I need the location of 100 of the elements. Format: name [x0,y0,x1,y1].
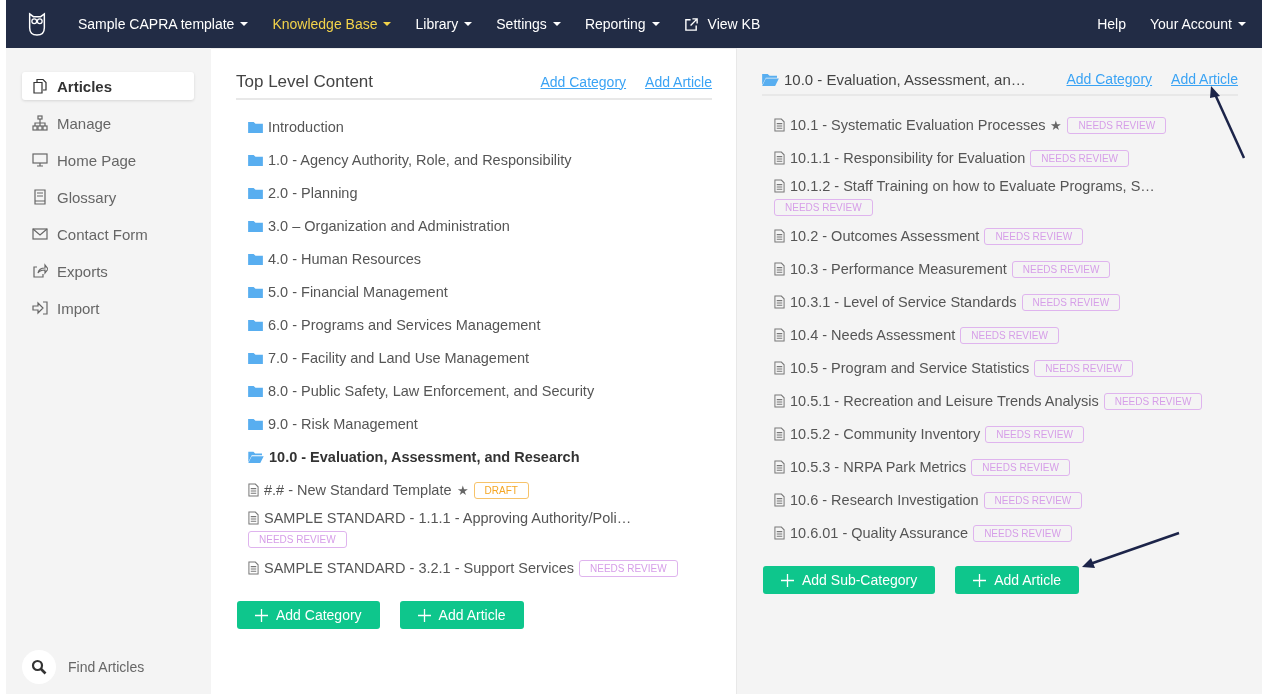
tree-item[interactable]: 10.5 - Program and Service Statistics [790,360,1030,376]
status-badge: NEEDS REVIEW [983,491,1083,509]
document-icon [774,229,785,243]
tree-item[interactable]: 10.1.2 - Staff Training on how to Evaluate Programs, S… [790,178,1155,194]
document-icon [774,361,785,375]
book-icon [32,189,48,205]
status-badge: NEEDS REVIEW [984,227,1084,245]
sidebar-item[interactable]: Home Page [22,146,194,174]
status-badge: NEEDS REVIEW [985,425,1084,443]
tree-item[interactable]: SAMPLE STANDARD - 1.1.1 - Approving Authority/Poli… [264,510,632,526]
copy-icon [32,78,48,94]
status-badge: NEEDS REVIEW [579,559,678,577]
tree-item[interactable]: SAMPLE STANDARD - 3.2.1 - Support Services [264,560,574,576]
folder-icon [248,253,263,265]
status-badge: NEEDS REVIEW [248,531,347,548]
tree-item[interactable]: #.# - New Standard Template [264,482,452,498]
tree-item[interactable]: Introduction [268,119,344,135]
sidebar-item[interactable]: Articles [22,72,194,100]
tree-item[interactable]: 5.0 - Financial Management [268,284,448,300]
folder-icon [248,319,263,331]
folder-icon [248,220,263,232]
plus-icon [255,608,268,622]
tree-item[interactable]: 3.0 – Organization and Administration [268,218,510,234]
external-link-icon [683,16,699,32]
nav-menu-item[interactable]: Help [1097,16,1126,32]
mail-icon [32,226,48,242]
sidebar-item[interactable]: Manage [22,109,194,137]
folder-icon [248,352,263,364]
status-badge: NEEDS REVIEW [960,326,1059,344]
document-icon [774,526,785,540]
status-badge: NEEDS REVIEW [1067,116,1167,134]
nav-menu-item[interactable]: Settings [496,16,561,32]
tree-item[interactable]: 6.0 - Programs and Services Management [268,317,541,333]
document-icon [774,262,785,276]
folder-icon [248,154,263,166]
tree-item[interactable]: 10.4 - Needs Assessment [790,327,956,343]
folder-icon [248,187,263,199]
tree-item[interactable]: 9.0 - Risk Management [268,416,418,432]
monitor-icon [32,152,48,168]
tree-item[interactable]: 10.2 - Outcomes Assessment [790,228,980,244]
nav-menu-item[interactable]: Sample CAPRA template [78,16,249,32]
status-badge: NEEDS REVIEW [973,524,1072,542]
tree-item[interactable]: 10.1.1 - Responsibility for Evaluation [790,150,1026,166]
document-icon [248,483,259,497]
tree-item[interactable]: 10.3.1 - Level of Service Standards [790,294,1017,310]
document-icon [774,118,785,132]
document-icon [774,179,785,193]
tree-item[interactable]: 10.5.1 - Recreation and Leisure Trends Analysis [790,393,1099,409]
status-badge: NEEDS REVIEW [1034,359,1134,377]
document-icon [774,328,785,342]
sidebar-item[interactable]: Exports [22,257,194,285]
tree-item[interactable]: 4.0 - Human Resources [268,251,422,267]
find-articles-button[interactable]: Find Articles [22,650,162,684]
status-badge: NEEDS REVIEW [1030,149,1130,167]
tree-item[interactable]: 10.1 - Systematic Evaluation Processes [790,117,1046,133]
nav-menu-item[interactable]: Library [415,16,473,32]
nav-menu-item[interactable]: Your Account [1150,16,1246,32]
tree-item[interactable]: 10.6.01 - Quality Assurance [790,525,969,541]
nav-menu-item[interactable]: View KB [683,16,761,32]
tree-item[interactable]: 10.6 - Research Investigation [790,492,979,508]
search-icon [31,659,47,675]
import-icon [32,300,48,316]
status-badge: NEEDS REVIEW [774,199,873,216]
document-icon [774,493,785,507]
document-icon [248,511,259,525]
tree-item[interactable]: 2.0 - Planning [268,185,358,201]
hierarchy-icon [32,115,48,131]
status-badge: NEEDS REVIEW [1021,293,1121,311]
tree-item[interactable]: 10.5.2 - Community Inventory [790,426,981,442]
tree-item[interactable]: 10.3 - Performance Measurement [790,261,1007,277]
star-icon: ★ [456,482,469,498]
star-icon: ★ [1050,117,1063,133]
status-badge: NEEDS REVIEW [1011,260,1111,278]
tree-item[interactable]: 7.0 - Facility and Land Use Management [268,350,530,366]
status-badge: DRAFT [473,481,529,499]
panel-title: 10.0 - Evaluation, Assessment, an… [784,70,1026,88]
open-folder-icon [762,72,779,86]
share-icon [32,263,48,279]
tree-item[interactable]: 8.0 - Public Safety, Law Enforcement, and Security [268,383,595,399]
nav-menu-item[interactable]: Reporting [584,16,660,32]
sidebar-item[interactable]: Import [22,294,194,322]
plus-icon [417,608,431,622]
plus-icon [973,573,987,587]
sidebar-item[interactable]: Contact Form [22,220,194,248]
plus-icon [781,573,794,587]
folder-icon [248,418,263,430]
tree-item[interactable]: 1.0 - Agency Authority, Role, and Responsibility [268,152,572,168]
folder-icon [248,286,263,298]
status-badge: NEEDS REVIEW [1103,392,1203,410]
document-icon [248,561,259,575]
nav-menu-item[interactable]: Knowledge Base [272,16,392,32]
tree-item[interactable]: 10.0 - Evaluation, Assessment, and Research [269,449,580,465]
document-icon [774,460,785,474]
document-icon [774,427,785,441]
document-icon [774,295,785,309]
folder-icon [248,121,263,133]
tree-item[interactable]: 10.5.3 - NRPA Park Metrics [790,459,967,475]
owl-logo-icon[interactable] [26,11,48,37]
sidebar-item[interactable]: Glossary [22,183,194,211]
folder-icon [248,385,263,397]
